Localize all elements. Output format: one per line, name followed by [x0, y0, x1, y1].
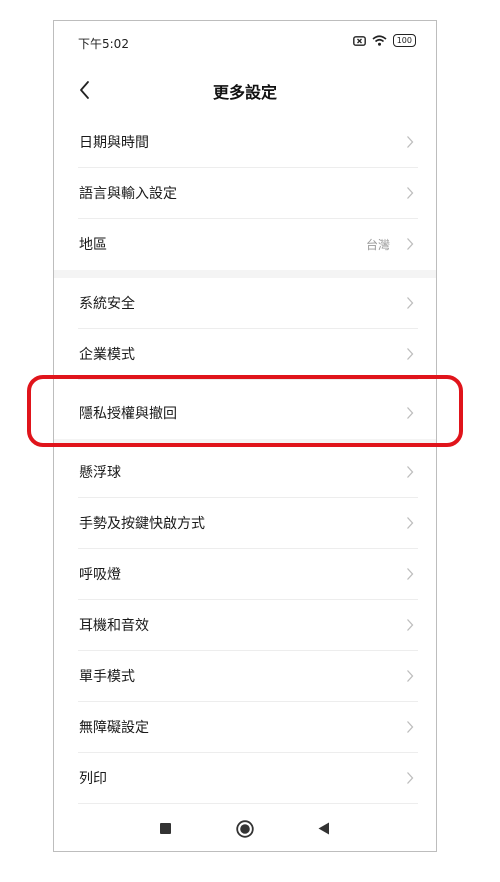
setting-label: 系統安全	[79, 296, 135, 312]
setting-row-breathing-light[interactable]: 呼吸燈	[78, 549, 418, 600]
chevron-right-icon	[407, 187, 414, 199]
chevron-right-icon	[407, 136, 414, 148]
chevron-right-icon	[407, 238, 414, 250]
setting-row-region[interactable]: 地區 台灣	[78, 219, 418, 270]
chevron-right-icon	[407, 670, 414, 682]
setting-label: 列印	[79, 771, 107, 787]
setting-label: 懸浮球	[79, 465, 121, 481]
setting-label: 手勢及按鍵快啟方式	[79, 516, 205, 532]
setting-row-date-time[interactable]: 日期與時間	[78, 117, 418, 168]
setting-label: 呼吸燈	[79, 567, 121, 583]
chevron-right-icon	[407, 772, 414, 784]
setting-row-floating-ball[interactable]: 懸浮球	[78, 447, 418, 498]
status-bar: 下午5:02 100	[54, 21, 436, 65]
setting-label: 單手模式	[79, 669, 135, 685]
setting-label: 語言與輸入設定	[79, 186, 177, 202]
home-circle-icon[interactable]	[236, 820, 254, 838]
header: 更多設定	[54, 65, 436, 117]
page-title: 更多設定	[212, 83, 277, 102]
system-navigation-bar	[54, 802, 436, 851]
setting-label: 日期與時間	[79, 135, 149, 151]
chevron-right-icon	[407, 721, 414, 733]
highlight-annotation	[27, 375, 463, 447]
setting-value: 台灣	[365, 238, 390, 252]
chevron-right-icon	[407, 348, 414, 360]
chevron-right-icon	[407, 619, 414, 631]
status-icons: 100	[352, 34, 416, 47]
setting-row-headphones-audio[interactable]: 耳機和音效	[78, 600, 418, 651]
setting-row-accessibility[interactable]: 無障礙設定	[78, 702, 418, 753]
recents-square-icon[interactable]	[160, 823, 171, 834]
setting-row-system-security[interactable]: 系統安全	[78, 278, 418, 329]
chevron-right-icon	[407, 297, 414, 309]
status-time: 下午5:02	[78, 37, 129, 51]
setting-label: 無障礙設定	[79, 720, 149, 736]
setting-label: 企業模式	[79, 347, 135, 363]
setting-row-printing[interactable]: 列印	[78, 753, 418, 804]
chevron-right-icon	[407, 568, 414, 580]
setting-label: 耳機和音效	[79, 618, 149, 634]
section-separator	[54, 270, 436, 278]
chevron-right-icon	[407, 466, 414, 478]
setting-row-one-handed-mode[interactable]: 單手模式	[78, 651, 418, 702]
chevron-right-icon	[407, 517, 414, 529]
setting-label: 地區	[79, 237, 107, 253]
setting-row-language-input[interactable]: 語言與輸入設定	[78, 168, 418, 219]
setting-row-gesture-shortcuts[interactable]: 手勢及按鍵快啟方式	[78, 498, 418, 549]
battery-indicator: 100	[392, 34, 416, 47]
wifi-icon	[372, 35, 387, 46]
setting-row-enterprise-mode[interactable]: 企業模式	[78, 329, 418, 380]
back-triangle-icon[interactable]	[318, 822, 330, 835]
sim-disabled-icon	[352, 35, 366, 46]
